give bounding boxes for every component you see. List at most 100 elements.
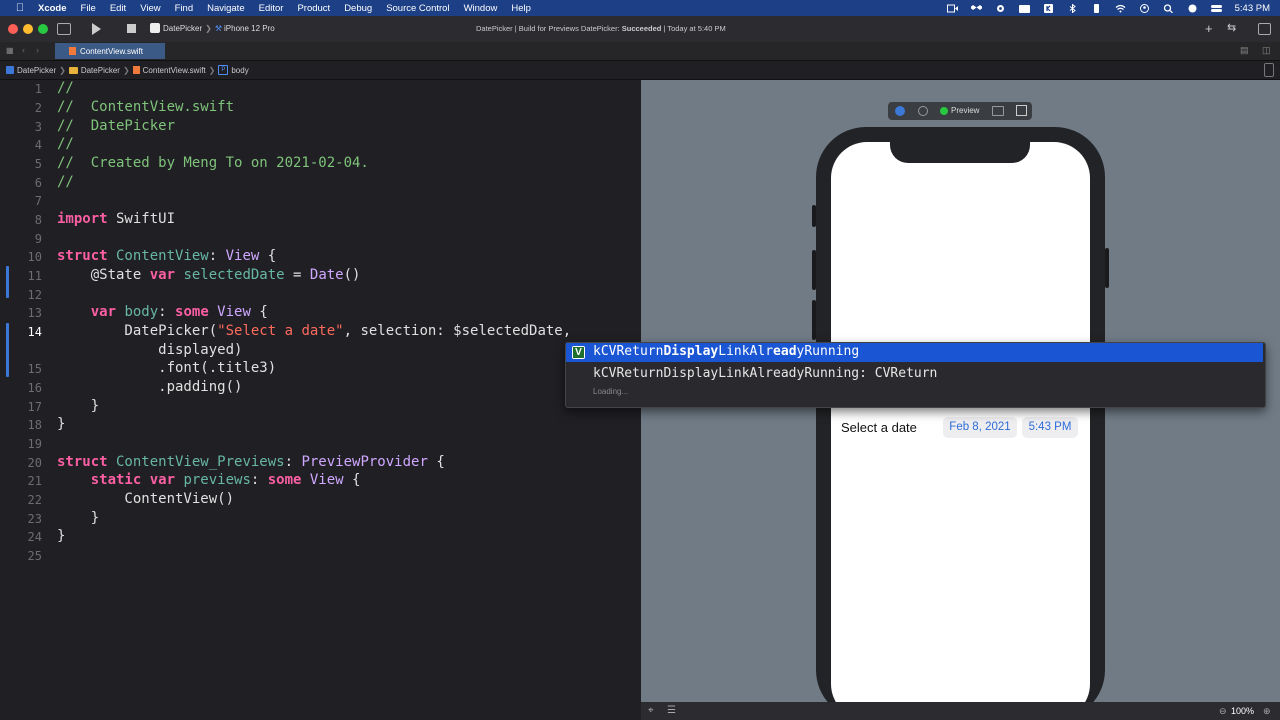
zoom-in-icon[interactable]: ⊕ — [1263, 706, 1271, 717]
scheme-label: DatePicker — [163, 23, 203, 33]
list-icon[interactable]: ☰ — [667, 705, 676, 716]
time-button[interactable]: 5:43 PM — [1022, 417, 1078, 438]
siri-icon[interactable] — [1187, 4, 1198, 13]
add-editor-icon[interactable]: ◫ — [1262, 45, 1271, 56]
identifier: ContentView_Previews — [107, 454, 285, 470]
code-line: 8 import SwiftUI — [0, 211, 641, 229]
completion-text-part: kCVReturn — [593, 344, 664, 359]
user-icon[interactable] — [1139, 3, 1150, 13]
preview-label[interactable]: Preview — [951, 106, 979, 115]
property-icon: P — [218, 65, 229, 75]
scheme-selector[interactable]: DatePicker ❯ ⚒ iPhone 12 Pro — [150, 23, 275, 33]
jump-group[interactable]: DatePicker — [81, 66, 120, 75]
folder-icon — [68, 66, 78, 74]
chevron-right-icon: ❯ — [205, 23, 212, 33]
zoom-out-icon[interactable]: ⊖ — [1219, 706, 1227, 717]
line-number: 22 — [27, 493, 42, 507]
navigator-toggle-icon[interactable] — [57, 23, 71, 35]
menu-app[interactable]: Xcode — [38, 3, 67, 14]
zoom-level[interactable]: 100% — [1231, 706, 1254, 716]
jump-symbol[interactable]: body — [231, 66, 248, 75]
code-text: .padding() — [57, 379, 243, 395]
pin-icon[interactable]: ⌖ — [648, 705, 654, 716]
code-text: // DatePicker — [57, 118, 176, 134]
canvas-bottom-bar: ⌖ ☰ ⊖ 100% ⊕ — [641, 702, 1280, 720]
code-text: // Created by Meng To on 2021-02-04. — [57, 155, 369, 171]
close-window-button[interactable] — [8, 24, 18, 34]
code-line: 20 struct ContentView_Previews: PreviewPr… — [0, 454, 641, 472]
keyword: struct — [57, 248, 108, 264]
activity-viewer: DatePicker | Build for Previews DatePick… — [476, 24, 726, 33]
keyword: var — [57, 304, 117, 320]
gear-icon[interactable] — [995, 4, 1006, 13]
completion-detail: kCVReturnDisplayLinkAlreadyRunning: CVRe… — [593, 366, 937, 381]
menu-find[interactable]: Find — [175, 3, 193, 14]
forward-arrow-icon[interactable]: › — [36, 45, 39, 55]
menu-source-control[interactable]: Source Control — [386, 3, 449, 14]
code-line: 10 struct ContentView: View { — [0, 248, 641, 266]
split-editor-icon[interactable]: ▤ — [1240, 45, 1249, 56]
completion-match: Display — [663, 344, 719, 359]
stop-button[interactable] — [127, 24, 136, 33]
code-line: 3 // DatePicker — [0, 118, 641, 136]
line-number-current: 14 — [27, 325, 42, 339]
line-number: 2 — [34, 101, 42, 115]
minimap-toggle-icon[interactable] — [1264, 63, 1274, 77]
menu-editor[interactable]: Editor — [259, 3, 284, 14]
menu-help[interactable]: Help — [511, 3, 531, 14]
menu-clock[interactable]: 5:43 PM — [1235, 3, 1270, 14]
preview-controls: Preview — [888, 102, 1032, 120]
code-review-icon[interactable]: ⇆ — [1227, 21, 1236, 34]
date-button[interactable]: Feb 8, 2021 — [943, 417, 1017, 438]
inspector-toggle-icon[interactable] — [1258, 23, 1271, 35]
search-icon[interactable] — [1163, 3, 1174, 13]
menu-edit[interactable]: Edit — [110, 3, 126, 14]
code-text: // — [57, 136, 74, 152]
screen-record-icon[interactable] — [946, 4, 958, 13]
jump-project[interactable]: DatePicker — [17, 66, 56, 75]
code-line: 15 .font(.title3) — [0, 360, 641, 378]
code-text: : — [158, 304, 176, 320]
jump-file[interactable]: ContentView.swift — [143, 66, 206, 75]
live-preview-icon[interactable] — [895, 106, 905, 116]
activity-status: Succeeded — [621, 24, 662, 33]
control-center-icon[interactable] — [1210, 4, 1222, 13]
back-arrow-icon[interactable]: ‹ — [22, 45, 25, 55]
xcode-device-icon: ⚒ — [214, 23, 222, 33]
grid-icon[interactable]: ▦ — [6, 46, 14, 55]
completion-item-selected[interactable]: V kCVReturnDisplayLinkAlreadyRunning — [566, 343, 1263, 362]
code-line: 25 — [0, 547, 641, 565]
chevron-right-icon: ❯ — [208, 65, 216, 75]
line-number: 21 — [27, 474, 42, 488]
iphone-notch — [890, 141, 1030, 163]
apple-menu-icon[interactable]:  — [14, 2, 26, 14]
tab-label: ContentView.swift — [80, 46, 143, 56]
bluetooth-icon[interactable] — [1067, 2, 1078, 14]
menu-window[interactable]: Window — [464, 3, 498, 14]
menu-product[interactable]: Product — [297, 3, 330, 14]
keyboard-icon[interactable] — [1018, 4, 1030, 13]
menu-view[interactable]: View — [140, 3, 160, 14]
device-preview-icon[interactable] — [992, 106, 1004, 116]
menu-debug[interactable]: Debug — [344, 3, 372, 14]
app-k-icon[interactable] — [1043, 3, 1054, 13]
chevron-right-icon: ❯ — [122, 65, 130, 75]
minimize-window-button[interactable] — [23, 24, 33, 34]
menu-navigate[interactable]: Navigate — [207, 3, 245, 14]
identifier: body — [116, 304, 159, 320]
type-name: View — [301, 472, 344, 488]
zoom-window-button[interactable] — [38, 24, 48, 34]
add-library-button[interactable]: + — [1205, 21, 1213, 36]
menu-file[interactable]: File — [81, 3, 96, 14]
inspect-icon[interactable] — [918, 106, 928, 116]
dropbox-icon[interactable] — [969, 4, 983, 13]
toolbar: DatePicker ❯ ⚒ iPhone 12 Pro DatePicker … — [0, 16, 1280, 43]
wifi-icon[interactable] — [1115, 4, 1126, 13]
battery-icon[interactable] — [1091, 3, 1102, 13]
menu-bar:  Xcode File Edit View Find Navigate Edi… — [0, 0, 1280, 16]
duplicate-preview-icon[interactable] — [1016, 105, 1027, 116]
run-button[interactable] — [92, 23, 101, 35]
source-editor[interactable]: 1 // 2 // ContentView.swift 3 // DatePicker… — [0, 80, 641, 720]
tab-contentview[interactable]: ContentView.swift — [55, 43, 165, 59]
line-number: 5 — [34, 157, 42, 171]
